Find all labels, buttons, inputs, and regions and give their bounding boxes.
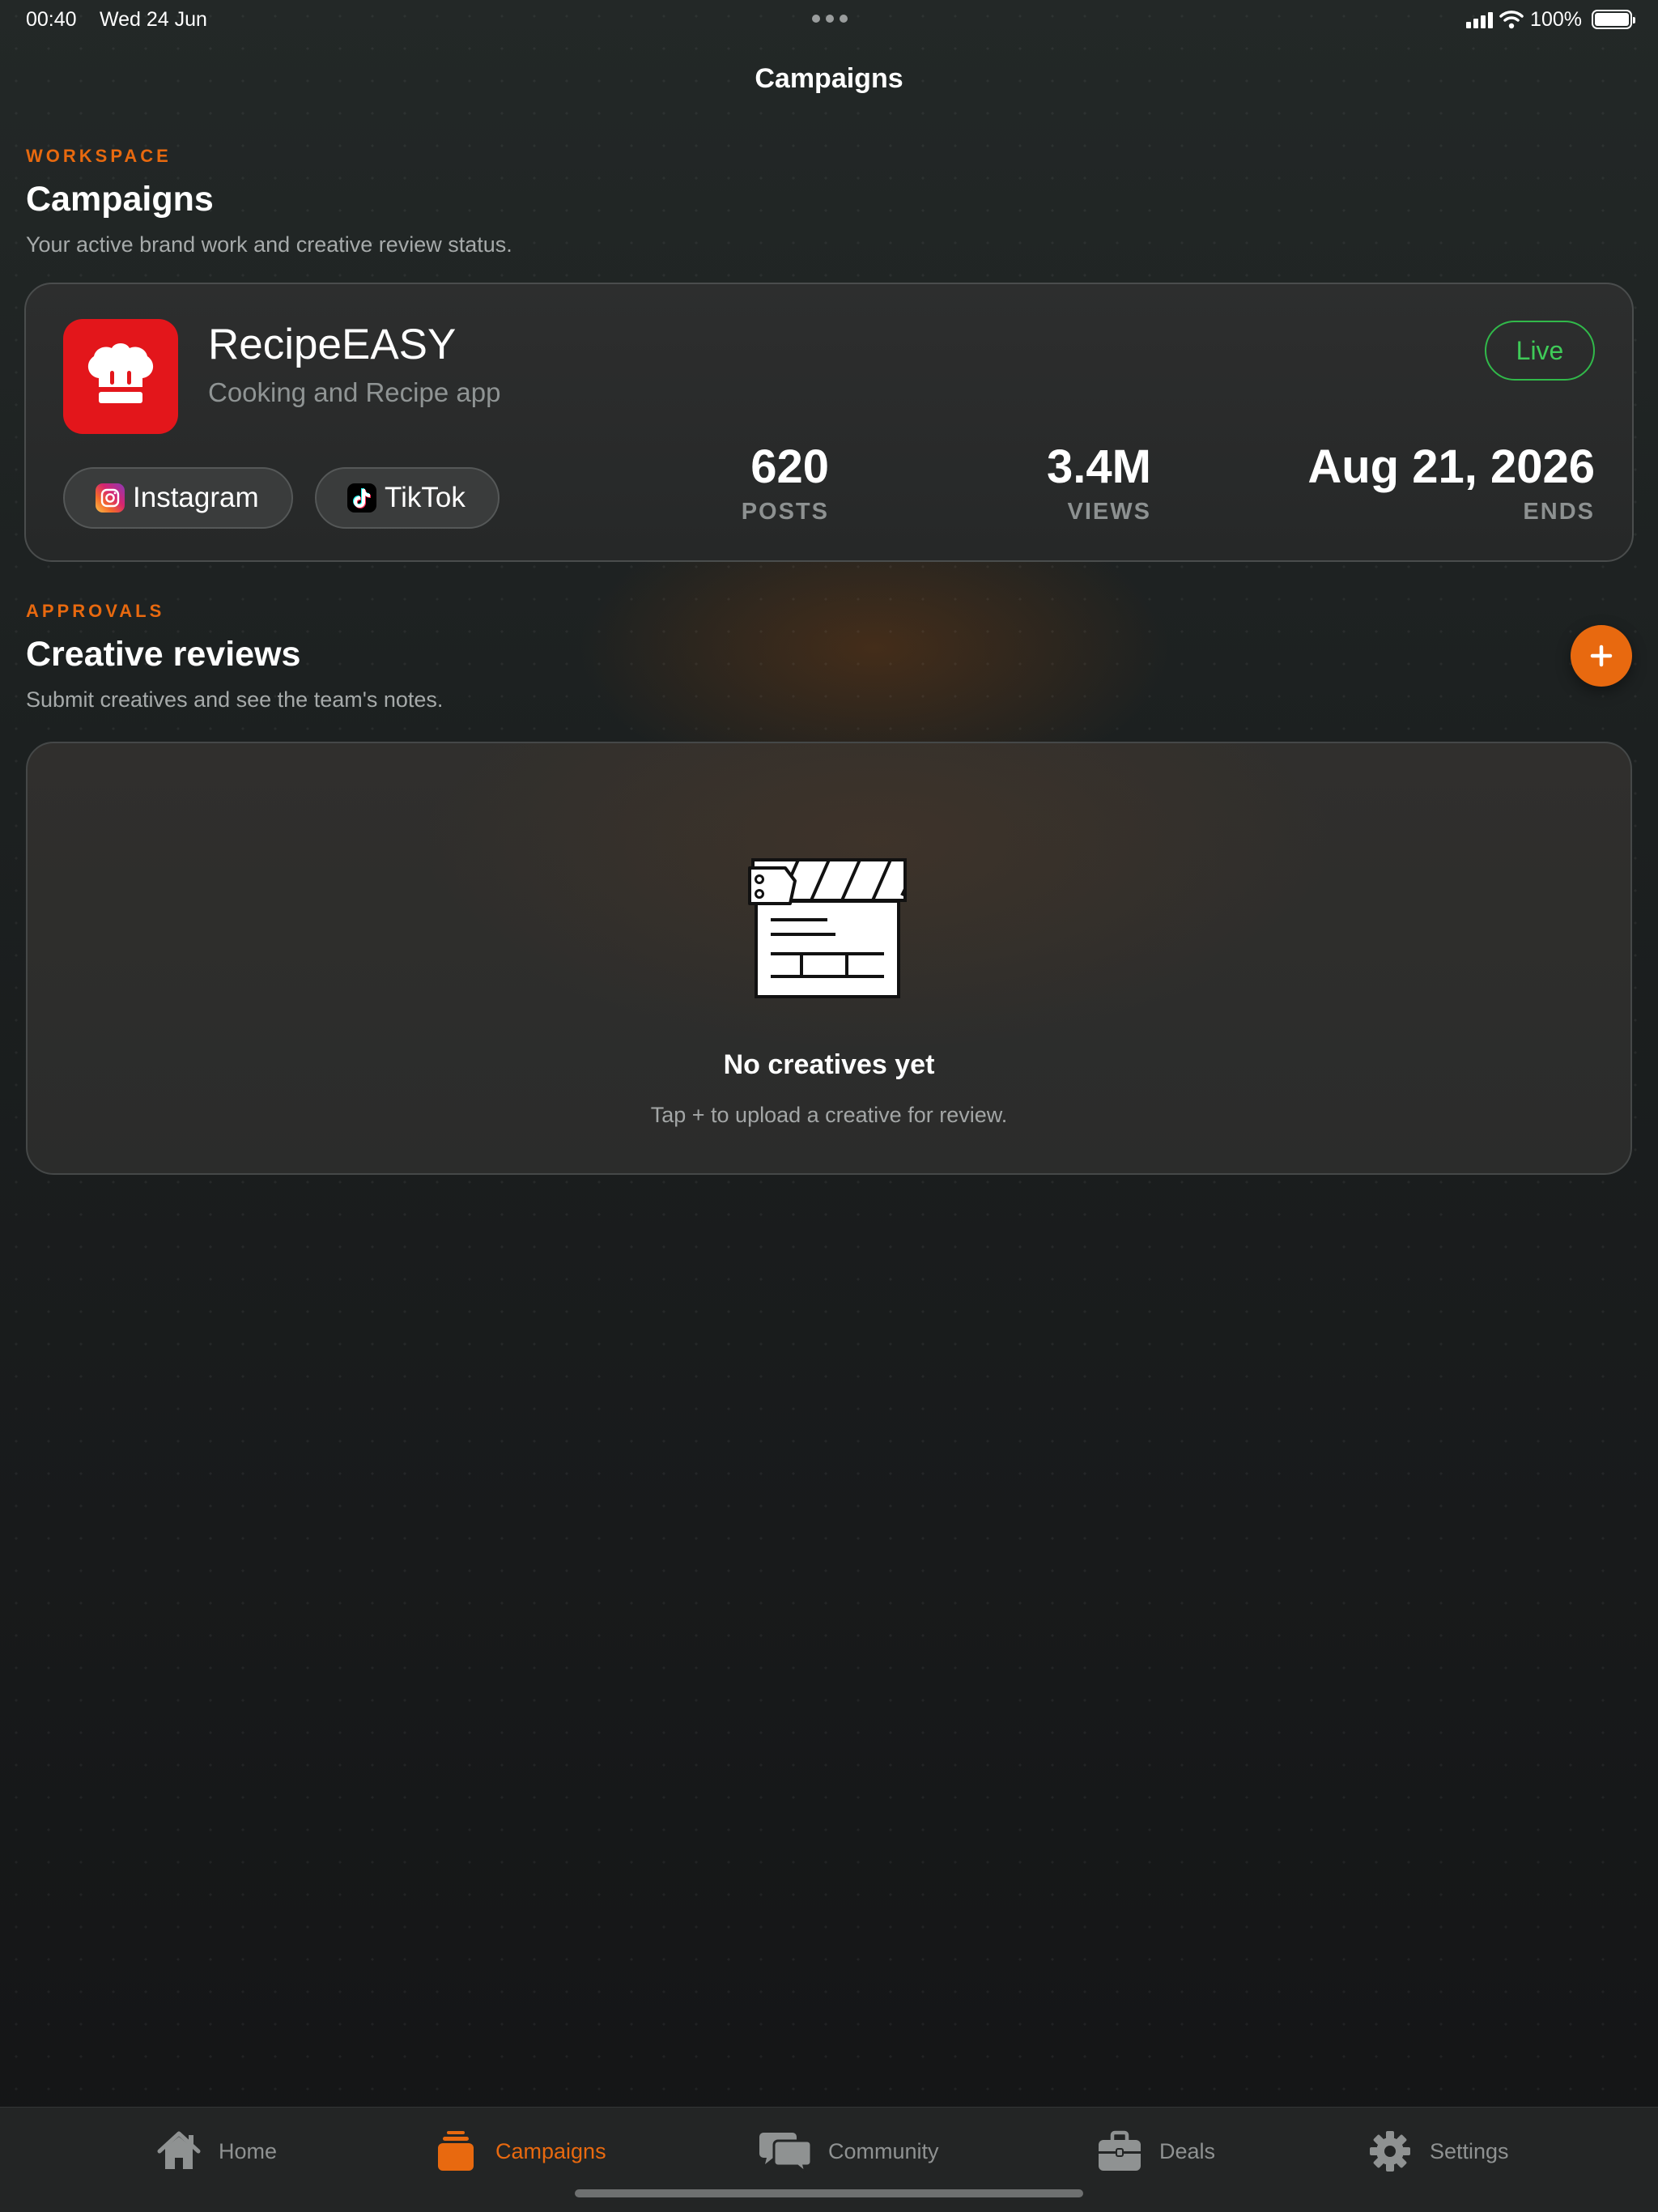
clapperboard-icon (748, 858, 907, 998)
cellular-signal-icon (1466, 11, 1494, 28)
campaign-name: RecipeEASY (208, 321, 457, 368)
campaign-tagline: Cooking and Recipe app (208, 377, 501, 407)
section-title-creative-reviews: Creative reviews (26, 635, 301, 674)
tab-label: Campaigns (495, 2138, 606, 2163)
platform-label: Instagram (133, 482, 259, 513)
tiktok-icon (347, 483, 376, 513)
stat-value: Aug 21, 2026 (1307, 440, 1595, 493)
wifi-icon (1499, 11, 1524, 29)
workspace-eyebrow: WORKSPACE (26, 146, 172, 166)
stat-ends: Aug 21, 2026 ENDS (1307, 438, 1595, 527)
campaign-card[interactable]: RecipeEASY Cooking and Recipe app Live I… (24, 283, 1634, 562)
section-subtitle: Submit creatives and see the team's note… (26, 687, 444, 712)
approvals-eyebrow: APPROVALS (26, 601, 165, 621)
tab-community[interactable]: Community (759, 2127, 939, 2176)
battery-percentage: 100% (1530, 7, 1582, 31)
page-title: Campaigns (26, 180, 214, 219)
home-indicator[interactable] (575, 2189, 1083, 2197)
chat-bubbles-icon (759, 2129, 812, 2173)
chef-hat-icon (87, 343, 154, 403)
tab-settings[interactable]: Settings (1367, 2127, 1509, 2176)
tab-label: Community (828, 2138, 939, 2163)
multitasking-dots-icon[interactable] (812, 15, 848, 24)
status-time: 00:40 (26, 8, 77, 31)
tab-label: Deals (1159, 2138, 1216, 2163)
tab-deals[interactable]: Deals (1096, 2127, 1215, 2176)
battery-icon (1592, 10, 1635, 29)
stat-label: POSTS (741, 499, 829, 525)
plus-icon (1590, 644, 1613, 667)
tab-campaigns[interactable]: Campaigns (432, 2127, 606, 2176)
campaign-app-icon (63, 319, 178, 434)
empty-state-title: No creatives yet (723, 1049, 935, 1080)
add-creative-button[interactable] (1571, 625, 1632, 687)
status-date: Wed 24 Jun (100, 8, 207, 31)
platform-chip-tiktok[interactable]: TikTok (315, 467, 500, 529)
tab-label: Home (219, 2138, 278, 2163)
nav-title: Campaigns (755, 63, 903, 94)
stat-value: 3.4M (1047, 440, 1151, 493)
empty-state-subtitle: Tap + to upload a creative for review. (650, 1103, 1008, 1127)
stat-value: 620 (750, 440, 829, 493)
gear-icon (1367, 2129, 1414, 2173)
empty-state-card: No creatives yet Tap + to upload a creat… (26, 742, 1632, 1175)
status-indicators: 100% (1466, 7, 1635, 31)
briefcase-icon (1096, 2129, 1143, 2173)
tab-home[interactable]: Home (155, 2127, 277, 2176)
tab-label: Settings (1430, 2138, 1509, 2163)
platform-chip-instagram[interactable]: Instagram (63, 467, 293, 529)
status-bar: 00:40 Wed 24 Jun 100% (0, 0, 1658, 39)
home-icon (155, 2129, 202, 2173)
stack-icon (432, 2129, 479, 2173)
platform-label: TikTok (385, 482, 466, 513)
stat-label: ENDS (1523, 499, 1595, 525)
stat-posts: 620 POSTS (742, 438, 829, 527)
status-badge: Live (1485, 321, 1595, 381)
stat-label: VIEWS (1067, 499, 1151, 525)
stat-views: 3.4M VIEWS (1047, 438, 1151, 527)
instagram-icon (96, 483, 125, 513)
page-subtitle: Your active brand work and creative revi… (26, 232, 512, 257)
